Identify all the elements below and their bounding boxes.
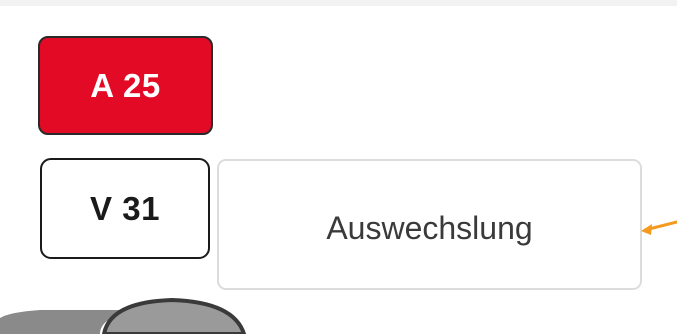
- player-badge-a25-label: A 25: [90, 66, 161, 104]
- arrow-left-icon: [641, 220, 677, 235]
- player-badge-a25[interactable]: A 25: [38, 36, 213, 135]
- toggle-switch-icon[interactable]: [0, 296, 260, 334]
- substitution-button-label: Auswechslung: [326, 210, 533, 246]
- player-badge-v31-label: V 31: [90, 189, 160, 227]
- player-badge-v31[interactable]: V 31: [40, 158, 210, 259]
- substitution-button[interactable]: Auswechslung: [217, 159, 642, 290]
